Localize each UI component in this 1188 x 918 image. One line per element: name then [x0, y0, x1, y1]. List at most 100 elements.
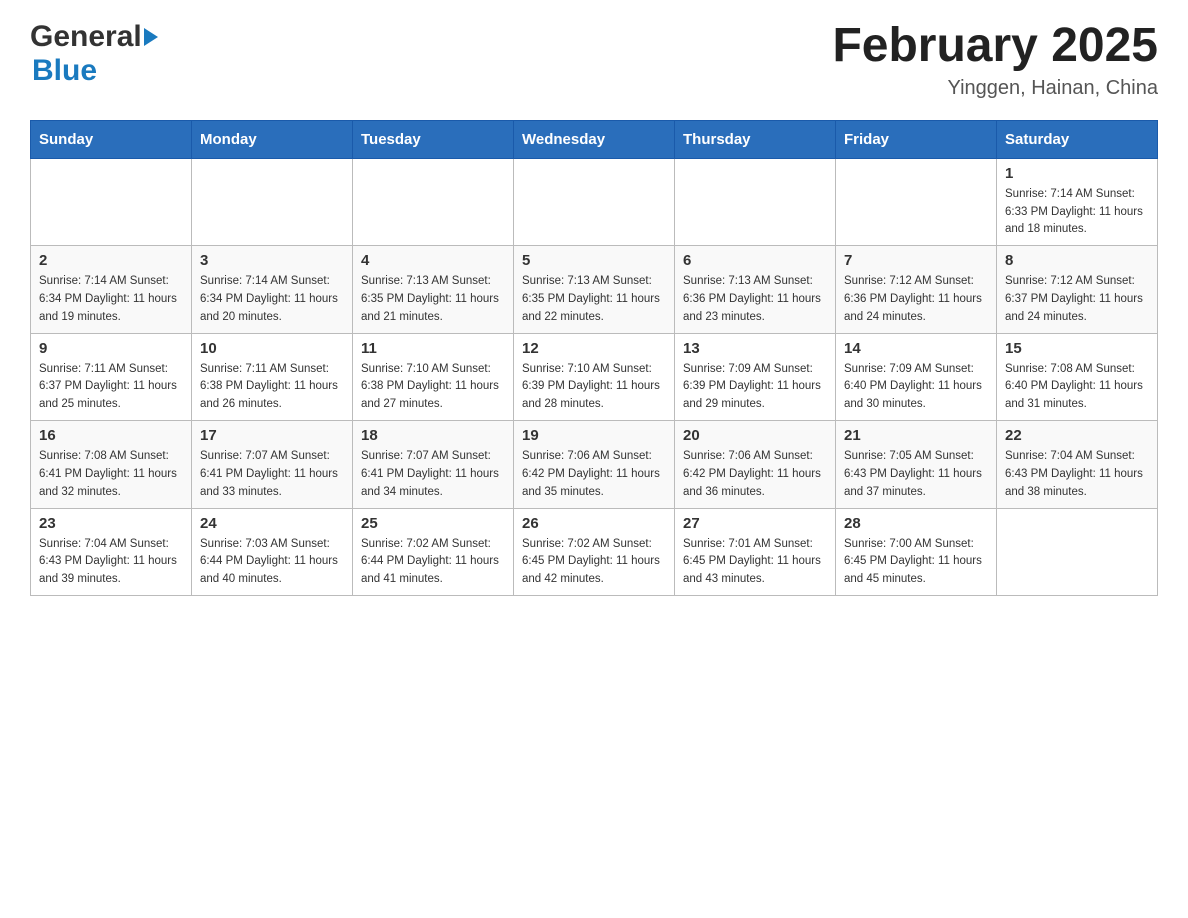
day-info: Sunrise: 7:14 AM Sunset: 6:33 PM Dayligh… — [1005, 186, 1149, 239]
table-row: 26 Sunrise: 7:02 AM Sunset: 6:45 PM Dayli… — [514, 508, 675, 595]
month-title: February 2025 — [832, 20, 1158, 73]
day-info: Sunrise: 7:08 AM Sunset: 6:40 PM Dayligh… — [1005, 361, 1149, 414]
table-row: 14 Sunrise: 7:09 AM Sunset: 6:40 PM Dayli… — [836, 333, 997, 420]
day-number: 3 — [200, 252, 344, 269]
table-row: 27 Sunrise: 7:01 AM Sunset: 6:45 PM Dayli… — [675, 508, 836, 595]
day-number: 10 — [200, 340, 344, 357]
day-number: 17 — [200, 427, 344, 444]
day-number: 19 — [522, 427, 666, 444]
day-info: Sunrise: 7:12 AM Sunset: 6:36 PM Dayligh… — [844, 273, 988, 326]
day-number: 24 — [200, 515, 344, 532]
table-row — [353, 158, 514, 245]
table-row: 5 Sunrise: 7:13 AM Sunset: 6:35 PM Daylig… — [514, 246, 675, 333]
table-row: 11 Sunrise: 7:10 AM Sunset: 6:38 PM Dayli… — [353, 333, 514, 420]
logo: General Blue — [30, 20, 158, 88]
logo-general-text: General — [30, 20, 142, 54]
day-number: 13 — [683, 340, 827, 357]
logo-arrow-icon — [144, 28, 158, 46]
table-row: 1Sunrise: 7:14 AM Sunset: 6:33 PM Daylig… — [997, 158, 1158, 245]
table-row — [192, 158, 353, 245]
header-sunday: Sunday — [31, 120, 192, 158]
day-info: Sunrise: 7:14 AM Sunset: 6:34 PM Dayligh… — [39, 273, 183, 326]
table-row: 4 Sunrise: 7:13 AM Sunset: 6:35 PM Daylig… — [353, 246, 514, 333]
day-number: 5 — [522, 252, 666, 269]
day-number: 7 — [844, 252, 988, 269]
page-header: General Blue February 2025 Yinggen, Hain… — [30, 20, 1158, 100]
day-info: Sunrise: 7:06 AM Sunset: 6:42 PM Dayligh… — [683, 448, 827, 501]
day-info: Sunrise: 7:14 AM Sunset: 6:34 PM Dayligh… — [200, 273, 344, 326]
day-info: Sunrise: 7:02 AM Sunset: 6:45 PM Dayligh… — [522, 536, 666, 589]
day-number: 11 — [361, 340, 505, 357]
day-info: Sunrise: 7:06 AM Sunset: 6:42 PM Dayligh… — [522, 448, 666, 501]
day-number: 21 — [844, 427, 988, 444]
table-row: 24 Sunrise: 7:03 AM Sunset: 6:44 PM Dayli… — [192, 508, 353, 595]
table-row: 17 Sunrise: 7:07 AM Sunset: 6:41 PM Dayli… — [192, 421, 353, 508]
table-row: 9Sunrise: 7:11 AM Sunset: 6:37 PM Daylig… — [31, 333, 192, 420]
day-info: Sunrise: 7:13 AM Sunset: 6:35 PM Dayligh… — [361, 273, 505, 326]
day-number: 26 — [522, 515, 666, 532]
day-number: 2 — [39, 252, 183, 269]
header-tuesday: Tuesday — [353, 120, 514, 158]
day-number: 22 — [1005, 427, 1149, 444]
table-row — [31, 158, 192, 245]
day-number: 28 — [844, 515, 988, 532]
day-info: Sunrise: 7:11 AM Sunset: 6:37 PM Dayligh… — [39, 361, 183, 414]
day-number: 25 — [361, 515, 505, 532]
day-number: 23 — [39, 515, 183, 532]
table-row: 25 Sunrise: 7:02 AM Sunset: 6:44 PM Dayli… — [353, 508, 514, 595]
day-info: Sunrise: 7:10 AM Sunset: 6:39 PM Dayligh… — [522, 361, 666, 414]
table-row: 28 Sunrise: 7:00 AM Sunset: 6:45 PM Dayli… — [836, 508, 997, 595]
week-row-4: 16Sunrise: 7:08 AM Sunset: 6:41 PM Dayli… — [31, 421, 1158, 508]
day-number: 12 — [522, 340, 666, 357]
day-number: 14 — [844, 340, 988, 357]
table-row: 16Sunrise: 7:08 AM Sunset: 6:41 PM Dayli… — [31, 421, 192, 508]
day-info: Sunrise: 7:12 AM Sunset: 6:37 PM Dayligh… — [1005, 273, 1149, 326]
table-row: 13Sunrise: 7:09 AM Sunset: 6:39 PM Dayli… — [675, 333, 836, 420]
day-number: 20 — [683, 427, 827, 444]
title-block: February 2025 Yinggen, Hainan, China — [832, 20, 1158, 100]
week-row-1: 1Sunrise: 7:14 AM Sunset: 6:33 PM Daylig… — [31, 158, 1158, 245]
table-row: 8 Sunrise: 7:12 AM Sunset: 6:37 PM Daylig… — [997, 246, 1158, 333]
table-row: 20 Sunrise: 7:06 AM Sunset: 6:42 PM Dayli… — [675, 421, 836, 508]
header-friday: Friday — [836, 120, 997, 158]
day-number: 4 — [361, 252, 505, 269]
table-row: 10 Sunrise: 7:11 AM Sunset: 6:38 PM Dayli… — [192, 333, 353, 420]
day-info: Sunrise: 7:02 AM Sunset: 6:44 PM Dayligh… — [361, 536, 505, 589]
day-info: Sunrise: 7:03 AM Sunset: 6:44 PM Dayligh… — [200, 536, 344, 589]
table-row: 15Sunrise: 7:08 AM Sunset: 6:40 PM Dayli… — [997, 333, 1158, 420]
week-row-5: 23Sunrise: 7:04 AM Sunset: 6:43 PM Dayli… — [31, 508, 1158, 595]
day-info: Sunrise: 7:09 AM Sunset: 6:40 PM Dayligh… — [844, 361, 988, 414]
table-row: 12 Sunrise: 7:10 AM Sunset: 6:39 PM Dayli… — [514, 333, 675, 420]
logo-blue-text: Blue — [32, 54, 97, 88]
header-monday: Monday — [192, 120, 353, 158]
week-row-3: 9Sunrise: 7:11 AM Sunset: 6:37 PM Daylig… — [31, 333, 1158, 420]
calendar-table: Sunday Monday Tuesday Wednesday Thursday… — [30, 120, 1158, 596]
table-row — [997, 508, 1158, 595]
header-thursday: Thursday — [675, 120, 836, 158]
table-row — [675, 158, 836, 245]
day-info: Sunrise: 7:00 AM Sunset: 6:45 PM Dayligh… — [844, 536, 988, 589]
day-number: 16 — [39, 427, 183, 444]
week-row-2: 2 Sunrise: 7:14 AM Sunset: 6:34 PM Daylig… — [31, 246, 1158, 333]
day-number: 18 — [361, 427, 505, 444]
day-number: 8 — [1005, 252, 1149, 269]
day-info: Sunrise: 7:13 AM Sunset: 6:36 PM Dayligh… — [683, 273, 827, 326]
table-row: 7 Sunrise: 7:12 AM Sunset: 6:36 PM Daylig… — [836, 246, 997, 333]
day-info: Sunrise: 7:13 AM Sunset: 6:35 PM Dayligh… — [522, 273, 666, 326]
day-info: Sunrise: 7:07 AM Sunset: 6:41 PM Dayligh… — [200, 448, 344, 501]
day-number: 27 — [683, 515, 827, 532]
day-number: 6 — [683, 252, 827, 269]
day-info: Sunrise: 7:07 AM Sunset: 6:41 PM Dayligh… — [361, 448, 505, 501]
table-row: 6 Sunrise: 7:13 AM Sunset: 6:36 PM Daylig… — [675, 246, 836, 333]
weekday-header-row: Sunday Monday Tuesday Wednesday Thursday… — [31, 120, 1158, 158]
day-info: Sunrise: 7:01 AM Sunset: 6:45 PM Dayligh… — [683, 536, 827, 589]
day-info: Sunrise: 7:05 AM Sunset: 6:43 PM Dayligh… — [844, 448, 988, 501]
table-row: 23Sunrise: 7:04 AM Sunset: 6:43 PM Dayli… — [31, 508, 192, 595]
day-info: Sunrise: 7:11 AM Sunset: 6:38 PM Dayligh… — [200, 361, 344, 414]
header-wednesday: Wednesday — [514, 120, 675, 158]
day-info: Sunrise: 7:04 AM Sunset: 6:43 PM Dayligh… — [1005, 448, 1149, 501]
header-saturday: Saturday — [997, 120, 1158, 158]
day-info: Sunrise: 7:10 AM Sunset: 6:38 PM Dayligh… — [361, 361, 505, 414]
table-row: 19 Sunrise: 7:06 AM Sunset: 6:42 PM Dayli… — [514, 421, 675, 508]
table-row: 18 Sunrise: 7:07 AM Sunset: 6:41 PM Dayli… — [353, 421, 514, 508]
